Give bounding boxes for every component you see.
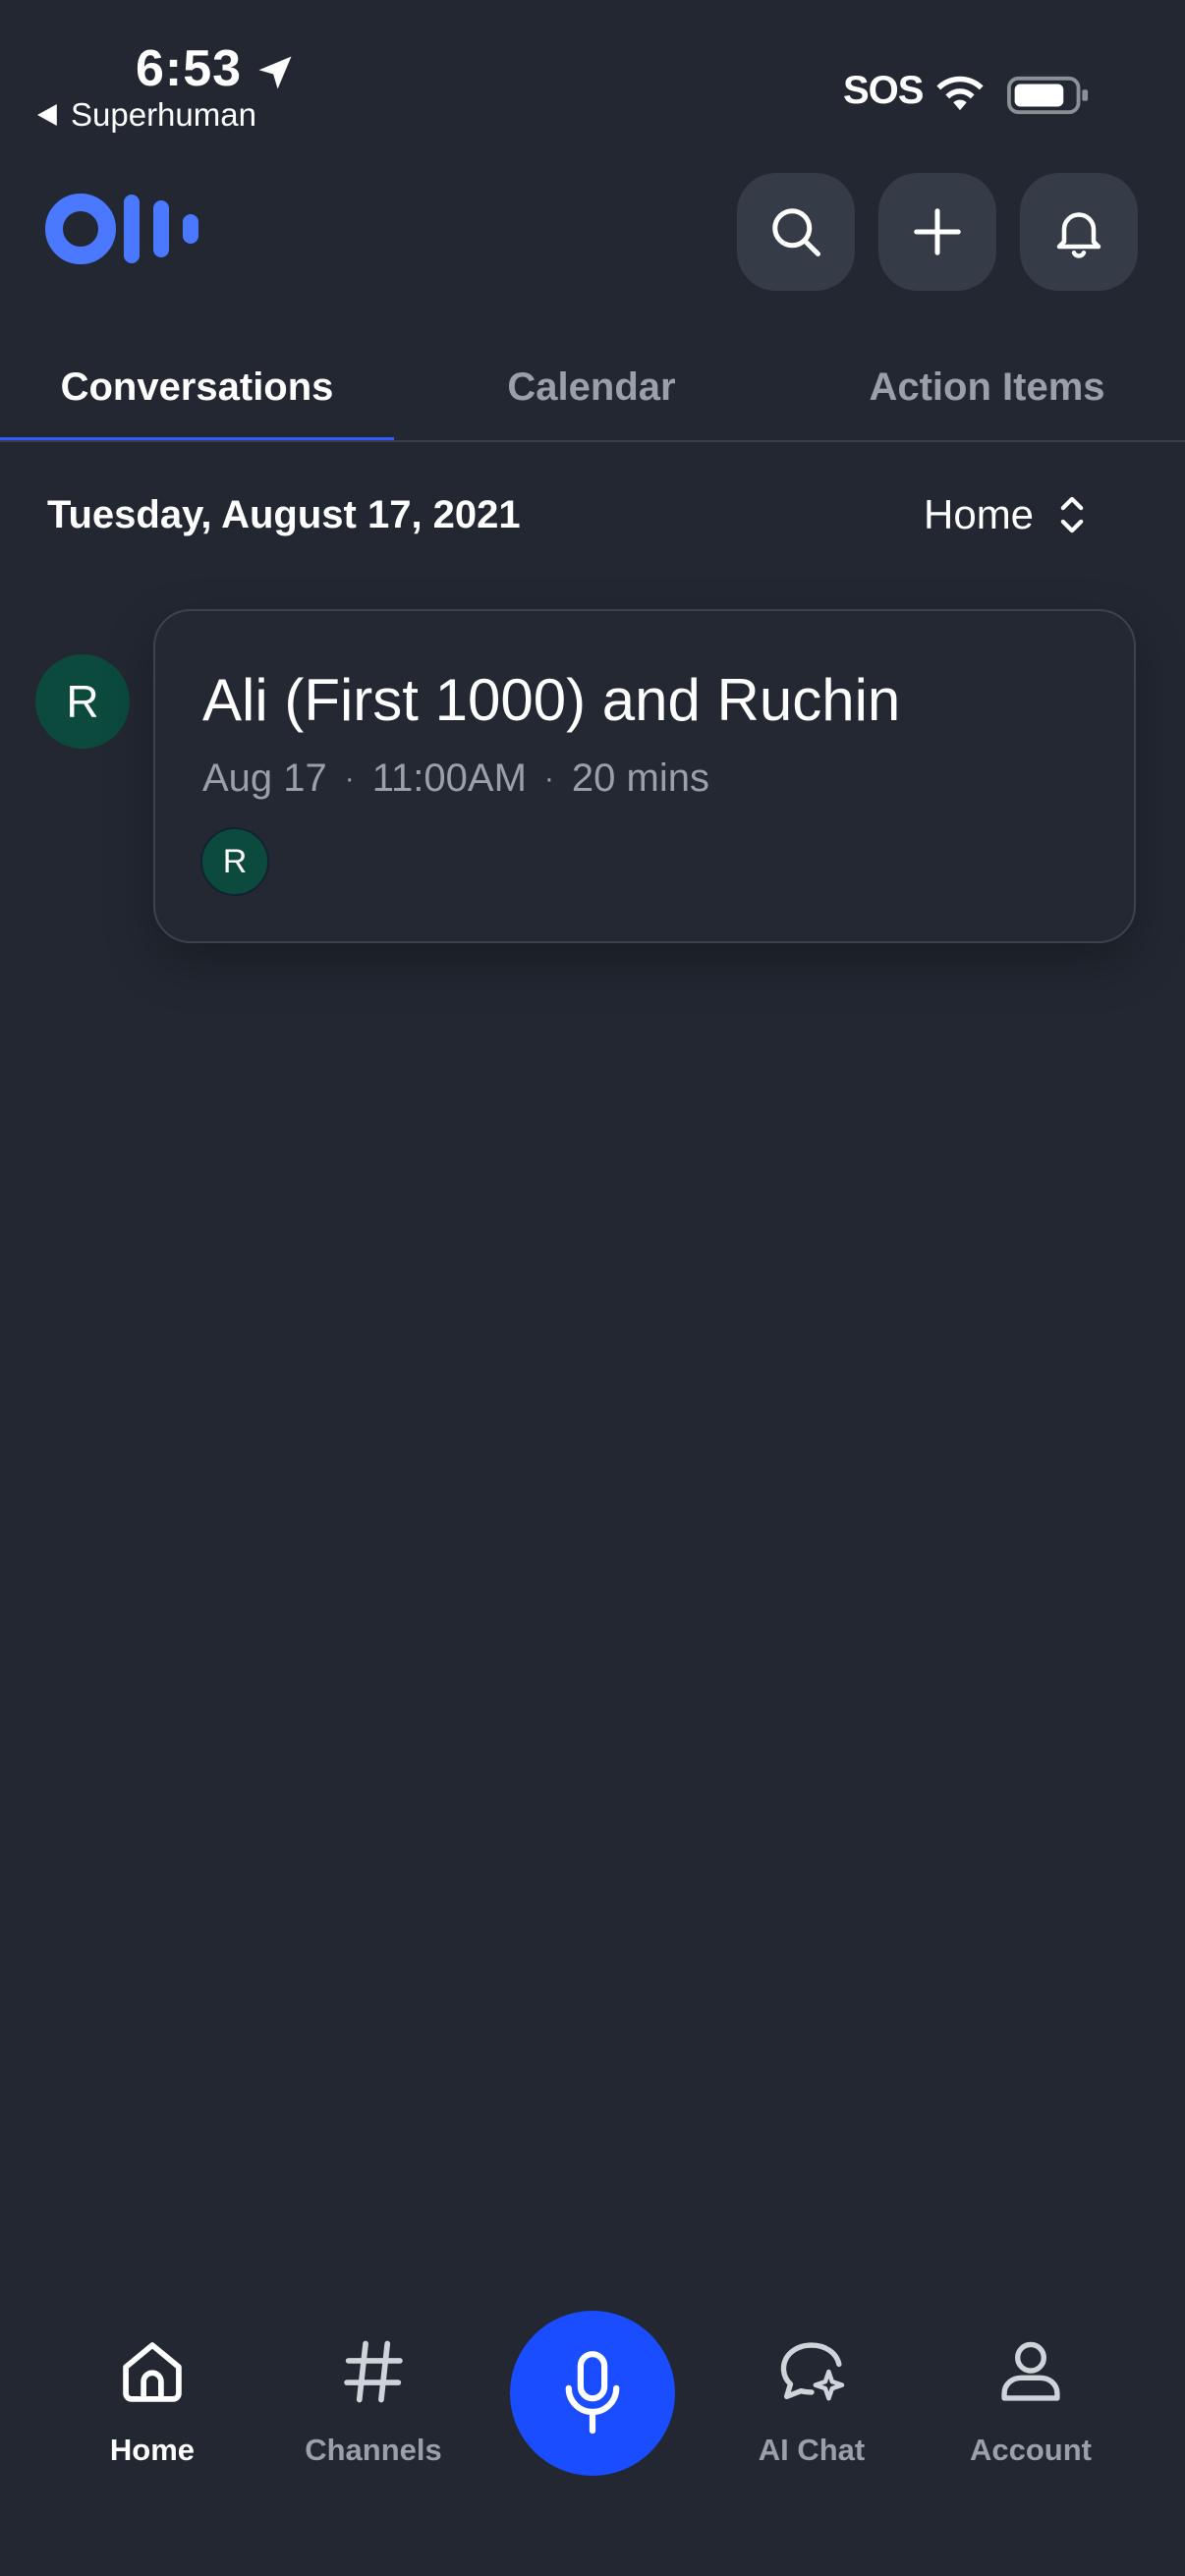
search-button[interactable] bbox=[737, 173, 855, 291]
status-time: 6:53 bbox=[136, 40, 243, 97]
plus-icon bbox=[914, 208, 961, 255]
conversation-date: Aug 17 bbox=[202, 756, 327, 800]
tab-conversations[interactable]: Conversations bbox=[0, 334, 394, 440]
date-header: Tuesday, August 17, 2021 bbox=[47, 493, 521, 536]
nav-ai-chat-label: AI Chat bbox=[758, 2433, 866, 2467]
conversation-meta: Aug 17 · 11:00AM · 20 mins bbox=[202, 756, 709, 801]
conversation-title: Ali (First 1000) and Ruchin bbox=[202, 667, 901, 733]
nav-channels[interactable]: Channels bbox=[290, 2334, 457, 2468]
bottom-nav: Home Channels AI Chat Account bbox=[0, 2299, 1185, 2576]
conversation-card[interactable]: Ali (First 1000) and Ruchin Aug 17 · 11:… bbox=[153, 609, 1136, 943]
record-button[interactable] bbox=[510, 2311, 675, 2476]
participant-avatar: R bbox=[200, 827, 269, 896]
back-triangle-icon bbox=[37, 104, 57, 126]
bell-icon bbox=[1056, 212, 1101, 258]
back-to-app-link[interactable]: Superhuman bbox=[37, 96, 256, 134]
meta-separator: · bbox=[543, 761, 554, 795]
account-icon bbox=[1001, 2341, 1060, 2401]
conversation-time: 11:00AM bbox=[371, 756, 527, 800]
microphone-icon bbox=[565, 2351, 620, 2435]
nav-home[interactable]: Home bbox=[69, 2334, 236, 2468]
otter-home-screen: 6:53 Superhuman SOS Conversations Calend… bbox=[0, 0, 1185, 2576]
wifi-icon bbox=[936, 76, 984, 111]
tab-calendar[interactable]: Calendar bbox=[394, 334, 789, 440]
tabs-divider bbox=[0, 440, 1185, 442]
battery-icon bbox=[1007, 76, 1089, 115]
add-button[interactable] bbox=[878, 173, 996, 291]
otter-logo bbox=[45, 194, 198, 264]
folder-picker[interactable]: Home bbox=[924, 491, 1087, 538]
nav-account-label: Account bbox=[970, 2433, 1092, 2467]
conversation-avatar: R bbox=[35, 654, 130, 749]
nav-ai-chat[interactable]: AI Chat bbox=[728, 2334, 895, 2468]
back-app-label: Superhuman bbox=[71, 96, 256, 133]
nav-channels-label: Channels bbox=[305, 2433, 442, 2467]
ai-chat-icon bbox=[780, 2342, 845, 2401]
folder-label: Home bbox=[924, 491, 1035, 537]
meta-separator: · bbox=[344, 761, 355, 795]
chevron-up-down-icon bbox=[1060, 496, 1084, 533]
main-tabs: Conversations Calendar Action Items bbox=[0, 334, 1185, 442]
carrier-status: SOS bbox=[843, 69, 924, 112]
nav-home-label: Home bbox=[109, 2433, 196, 2467]
home-icon bbox=[123, 2342, 182, 2402]
tab-action-items[interactable]: Action Items bbox=[789, 334, 1185, 440]
search-icon bbox=[772, 208, 820, 256]
nav-account[interactable]: Account bbox=[947, 2334, 1114, 2468]
notifications-button[interactable] bbox=[1020, 173, 1138, 291]
hash-icon bbox=[344, 2340, 403, 2403]
location-arrow-icon bbox=[258, 56, 292, 89]
conversation-duration: 20 mins bbox=[571, 756, 709, 800]
